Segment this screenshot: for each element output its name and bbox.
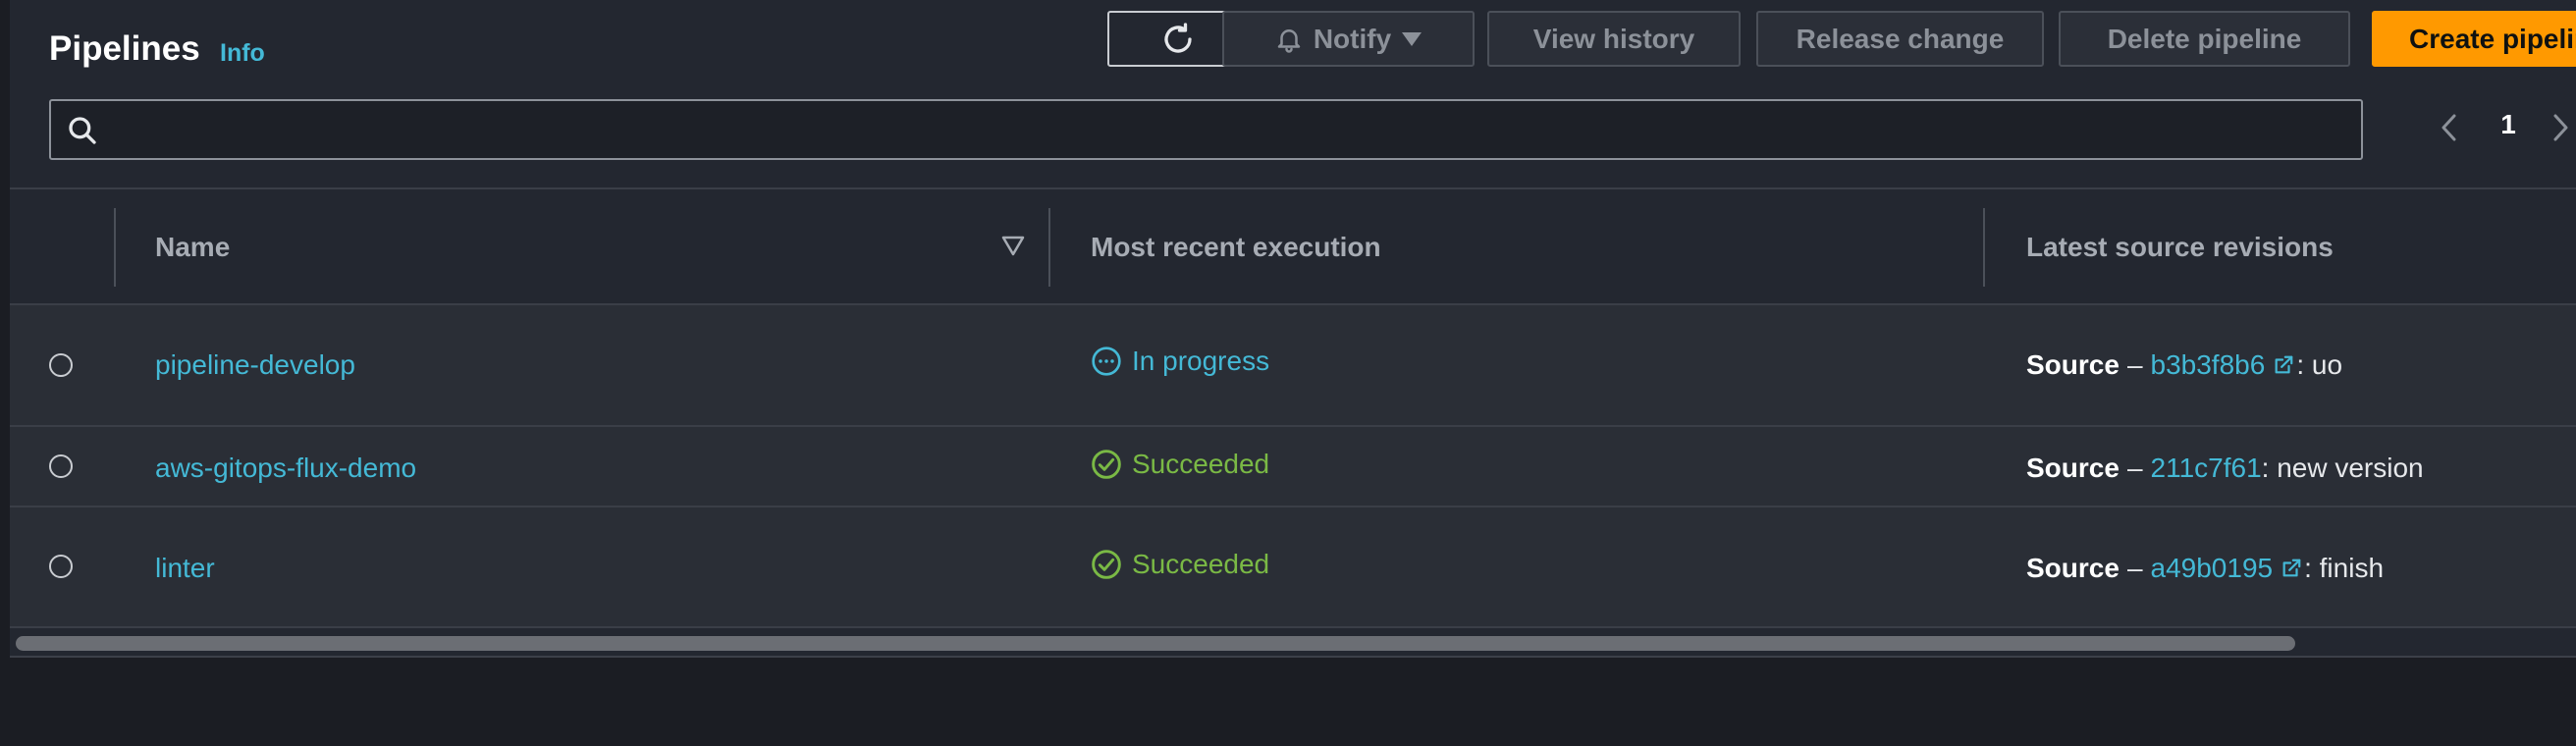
search-icon (69, 117, 96, 144)
column-divider[interactable] (1983, 208, 1985, 287)
pipeline-name-link[interactable]: aws-gitops-flux-demo (155, 453, 416, 484)
execution-status-label: Succeeded (1132, 449, 1270, 479)
execution-status: Succeeded (1091, 549, 1269, 580)
execution-status-label: In progress (1132, 346, 1270, 376)
source-label: Source (2026, 453, 2120, 483)
external-link-icon[interactable] (2273, 354, 2294, 376)
create-pipeline-button[interactable]: Create pipeline (2372, 11, 2576, 67)
info-link[interactable]: Info (220, 39, 265, 68)
source-revision: Source – 211c7f61 : new version (2026, 453, 2424, 484)
in-progress-icon (1092, 346, 1121, 376)
revision-link[interactable]: b3b3f8b6 (2151, 349, 2266, 381)
revision-link[interactable]: a49b0195 (2151, 553, 2274, 584)
panel-bottom-border (10, 656, 2576, 658)
success-check-icon (1092, 450, 1121, 479)
execution-status-label: Succeeded (1132, 549, 1270, 579)
view-history-button[interactable]: View history (1487, 11, 1741, 67)
bell-icon (1277, 28, 1301, 53)
source-revision: Source – a49b0195 : finish (2026, 553, 2384, 584)
column-divider[interactable] (1048, 208, 1050, 287)
pipelines-panel: Pipelines Info Notify View history Relea… (10, 0, 2576, 656)
sort-descending-icon[interactable] (1001, 236, 1025, 257)
search-input[interactable] (110, 101, 2352, 160)
column-header-name[interactable]: Name (155, 232, 230, 263)
caret-down-icon (1402, 31, 1422, 46)
previous-page-icon[interactable] (2435, 108, 2464, 147)
commit-message: : uo (2296, 349, 2343, 380)
search-field[interactable] (49, 99, 2363, 160)
page-title: Pipelines (49, 29, 200, 68)
source-label: Source (2026, 349, 2120, 380)
notify-label: Notify (1313, 23, 1392, 54)
external-link-icon[interactable] (2281, 558, 2302, 579)
column-divider (114, 208, 116, 287)
pipeline-name-link[interactable]: pipeline-develop (155, 349, 355, 381)
execution-status: Succeeded (1091, 449, 1269, 480)
horizontal-scrollbar-thumb[interactable] (16, 636, 2295, 651)
table-row[interactable]: linter Succeeded Source – a49b0195 : fin… (10, 507, 2576, 626)
source-separator: – (2126, 453, 2143, 483)
table-row[interactable]: pipeline-develop In progress Source – b3… (10, 305, 2576, 425)
current-page-number[interactable]: 1 (2494, 109, 2523, 140)
column-header-most-recent-execution[interactable]: Most recent execution (1091, 232, 1381, 263)
next-page-icon[interactable] (2546, 108, 2575, 147)
source-label: Source (2026, 553, 2120, 583)
release-change-button[interactable]: Release change (1756, 11, 2044, 67)
row-select-radio[interactable] (49, 353, 73, 377)
commit-message: : finish (2304, 553, 2385, 583)
execution-status: In progress (1091, 346, 1269, 377)
revision-link[interactable]: 211c7f61 (2151, 453, 2262, 484)
source-separator: – (2126, 349, 2143, 380)
source-revision: Source – b3b3f8b6 : uo (2026, 349, 2342, 381)
refresh-icon (1164, 22, 1192, 53)
delete-pipeline-button[interactable]: Delete pipeline (2059, 11, 2350, 67)
table-row[interactable]: aws-gitops-flux-demo Succeeded Source – … (10, 427, 2576, 506)
commit-message: : new version (2261, 453, 2424, 483)
notify-button[interactable]: Notify (1222, 11, 1475, 67)
column-header-latest-source-revisions[interactable]: Latest source revisions (2026, 232, 2334, 263)
source-separator: – (2126, 553, 2143, 583)
pipeline-name-link[interactable]: linter (155, 553, 215, 584)
row-select-radio[interactable] (49, 555, 73, 578)
row-select-radio[interactable] (49, 454, 73, 478)
success-check-icon (1092, 550, 1121, 579)
